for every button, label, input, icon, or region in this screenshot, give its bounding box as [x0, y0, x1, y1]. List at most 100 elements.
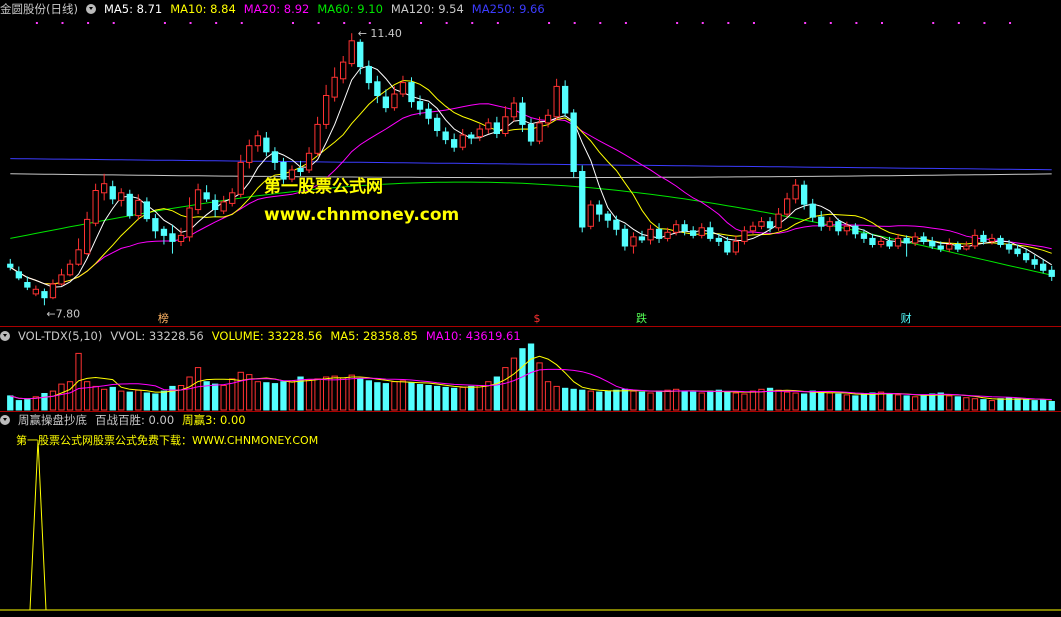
watermark-url: www.chnmoney.com: [264, 205, 460, 225]
volume-bar: [399, 380, 407, 411]
marker-dot: [471, 22, 474, 24]
candle-down: [7, 263, 14, 268]
volume-bar: [468, 385, 475, 411]
candle-down: [24, 282, 31, 288]
candle-up: [587, 204, 594, 227]
candle-up: [84, 218, 91, 255]
volume-bar: [519, 348, 526, 411]
volume-bar: [66, 381, 74, 411]
volume-bar: [749, 390, 757, 411]
candle-up: [391, 93, 398, 109]
candle-down: [109, 186, 116, 200]
volume-bar: [681, 390, 688, 411]
volume-bar: [408, 382, 415, 411]
candle-down: [519, 102, 526, 125]
volume-bar: [732, 392, 740, 411]
candle-up: [894, 237, 902, 247]
volume-bar: [382, 383, 390, 411]
volume-bar: [988, 400, 996, 411]
candle-down: [860, 233, 868, 239]
candle-down: [1005, 244, 1013, 250]
candle-down: [152, 218, 159, 232]
marker-dot: [804, 22, 807, 24]
marker-dot: [368, 22, 371, 24]
candle-up: [254, 135, 261, 147]
candle-down: [382, 96, 390, 109]
candle-up: [331, 76, 338, 98]
ma10-line: [10, 79, 1052, 285]
candle-up: [963, 245, 970, 250]
volume-bar: [254, 381, 261, 411]
marker-dot: [624, 22, 627, 24]
candle-down: [169, 233, 176, 242]
marker-dot: [87, 22, 90, 24]
watermark-title: 第一股票公式网: [264, 177, 383, 197]
volume-bar: [613, 389, 620, 411]
candle-up: [792, 184, 799, 200]
volume-bar: [604, 390, 612, 411]
volume-bar: [638, 391, 646, 411]
candle-up: [32, 288, 40, 295]
candle-down: [869, 237, 876, 245]
volume-bar: [801, 393, 808, 411]
marker-dot: [163, 22, 166, 24]
volume-bar: [502, 367, 509, 411]
volume-bar: [587, 390, 594, 411]
candle-up: [399, 82, 407, 95]
candle-down: [997, 237, 1004, 245]
marker-dot: [112, 22, 115, 24]
candle-down: [570, 112, 577, 172]
volume-bar: [997, 398, 1004, 411]
candle-down: [263, 137, 270, 153]
volume-bar: [271, 383, 279, 411]
event-marker: 财: [901, 311, 912, 325]
marker-dot: [983, 22, 986, 24]
volume-bar: [374, 382, 381, 411]
volume-bar: [84, 381, 91, 411]
volume-bar: [655, 390, 663, 411]
marker-dot: [445, 22, 448, 24]
marker-dot: [215, 22, 218, 24]
volume-bar: [707, 390, 714, 411]
candle-down: [271, 151, 279, 163]
volume-bar: [946, 395, 953, 411]
candle-up: [536, 122, 543, 142]
volume-bar: [690, 391, 697, 411]
marker-dot: [291, 22, 294, 24]
candle-up: [784, 198, 791, 215]
candle-down: [203, 192, 210, 200]
volume-bar: [929, 393, 936, 411]
volume-bar: [971, 398, 979, 411]
volume-bar: [58, 383, 65, 411]
candle-up: [826, 221, 833, 227]
candle-down: [596, 204, 603, 215]
candle-up: [75, 249, 82, 265]
volume-bar: [493, 376, 501, 411]
candle-down: [724, 240, 731, 253]
volume-bar: [101, 388, 108, 411]
volume-bar: [442, 386, 449, 411]
volume-bar: [544, 381, 552, 411]
marker-dot: [420, 22, 423, 24]
candle-down: [15, 271, 23, 279]
volume-bar: [126, 391, 133, 411]
volume-bar: [160, 390, 168, 411]
candle-up: [459, 134, 466, 148]
volume-bar: [416, 384, 424, 411]
volume-bar: [15, 400, 23, 411]
candle-down: [937, 245, 944, 250]
volume-bar: [835, 393, 842, 411]
candle-down: [766, 221, 774, 229]
volume-bar: [570, 388, 577, 411]
ma250-line: [10, 158, 1052, 171]
candle-up: [348, 40, 355, 65]
candle-up: [101, 183, 108, 194]
candle-up: [118, 192, 125, 201]
candle-down: [980, 234, 987, 242]
event-marker: $: [534, 312, 541, 325]
volume-bar: [673, 388, 680, 411]
marker-dot: [573, 22, 576, 24]
candle-down: [357, 41, 364, 68]
volume-bar: [348, 374, 355, 411]
candle-down: [212, 199, 219, 210]
